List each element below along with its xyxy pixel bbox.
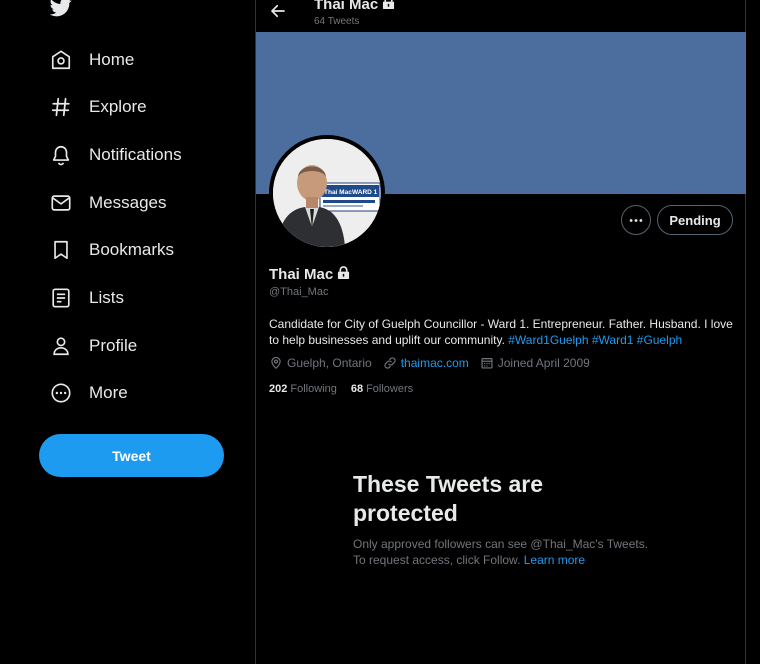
sidebar-item-profile[interactable]: Profile bbox=[40, 324, 147, 368]
join-date: Joined April 2009 bbox=[480, 356, 590, 370]
website-link[interactable]: thaimac.com bbox=[401, 356, 469, 370]
hashtag-link[interactable]: #Ward1Guelph bbox=[508, 333, 588, 347]
followers-count: 68 bbox=[350, 383, 364, 395]
sidebar-item-label: More bbox=[89, 383, 128, 402]
more-circle-icon bbox=[50, 382, 72, 404]
calendar-icon bbox=[481, 358, 493, 369]
sidebar-item-label: Notifications bbox=[89, 145, 182, 164]
back-arrow-icon[interactable] bbox=[269, 2, 287, 20]
hashtag-link[interactable]: #Guelph bbox=[637, 333, 682, 347]
hashtag-icon bbox=[50, 96, 72, 118]
sidebar-item-label: Bookmarks bbox=[89, 240, 175, 259]
profile-column: Thai Mac 64 Tweets Thai Mac WARD 1 Pendi… bbox=[255, 0, 746, 664]
ellipsis-icon bbox=[629, 218, 643, 222]
avatar[interactable]: Thai Mac WARD 1 bbox=[269, 135, 385, 251]
sidebar-item-more[interactable]: More bbox=[40, 371, 138, 415]
sidebar-item-explore[interactable]: Explore bbox=[40, 85, 157, 129]
followers-link[interactable]: 68 Followers bbox=[351, 383, 413, 395]
sidebar-item-messages[interactable]: Messages bbox=[40, 181, 176, 225]
website: thaimac.com bbox=[383, 356, 469, 370]
person-icon bbox=[50, 335, 72, 357]
sidebar-item-bookmarks[interactable]: Bookmarks bbox=[40, 228, 184, 272]
header-name: Thai Mac bbox=[314, 0, 395, 13]
following-link[interactable]: 202 Following bbox=[269, 383, 337, 395]
lock-icon bbox=[337, 266, 350, 283]
protected-message: Only approved followers can see @Thai_Ma… bbox=[353, 536, 653, 568]
tweet-count: 64 Tweets bbox=[314, 16, 360, 27]
bell-icon bbox=[50, 144, 72, 166]
pending-follow-button[interactable]: Pending bbox=[657, 205, 733, 235]
protected-title: These Tweets are protected bbox=[353, 471, 544, 526]
header-name-text: Thai Mac bbox=[314, 0, 379, 13]
sidebar-item-notifications[interactable]: Notifications bbox=[40, 133, 192, 177]
following-label: Following bbox=[290, 383, 337, 395]
sidebar-item-home[interactable]: Home bbox=[40, 38, 144, 82]
hashtag-link[interactable]: #Ward1 bbox=[592, 333, 634, 347]
sidebar-item-lists[interactable]: Lists bbox=[40, 276, 134, 320]
avatar-sign-ward: WARD 1 bbox=[352, 189, 378, 196]
bookmark-icon bbox=[50, 239, 72, 261]
join-date-text: Joined April 2009 bbox=[497, 356, 590, 370]
sidebar-item-label: Home bbox=[89, 50, 135, 69]
protected-message-text: Only approved followers can see @Thai_Ma… bbox=[353, 537, 649, 567]
profile-bio: Candidate for City of Guelph Councillor … bbox=[269, 316, 739, 348]
sidebar-item-label: Messages bbox=[89, 193, 167, 212]
profile-header-bar: Thai Mac 64 Tweets bbox=[256, 0, 746, 32]
follow-stats: 202 Following 68 Followers bbox=[269, 383, 427, 395]
avatar-photo: Thai Mac WARD 1 bbox=[273, 139, 381, 247]
profile-name-text: Thai Mac bbox=[269, 266, 334, 283]
location: Guelph, Ontario bbox=[269, 356, 372, 370]
home-icon bbox=[50, 49, 72, 71]
sidebar-item-label: Profile bbox=[89, 336, 138, 355]
profile-handle: @Thai_Mac bbox=[269, 286, 329, 298]
list-icon bbox=[50, 287, 72, 309]
avatar-sign-text: Thai Mac bbox=[324, 189, 352, 196]
tweet-button[interactable]: Tweet bbox=[39, 434, 224, 477]
more-options-button[interactable] bbox=[621, 205, 651, 235]
location-pin-icon bbox=[271, 356, 281, 370]
location-text: Guelph, Ontario bbox=[287, 356, 372, 370]
twitter-bird-icon[interactable] bbox=[48, 0, 74, 22]
sidebar: Home Explore Notifications Messages Book… bbox=[0, 0, 255, 664]
profile-name: Thai Mac bbox=[269, 266, 350, 283]
sidebar-item-label: Lists bbox=[89, 288, 124, 307]
link-icon bbox=[384, 357, 396, 369]
profile-meta: Guelph, Ontario thaimac.com Joined April… bbox=[269, 356, 601, 370]
following-count: 202 bbox=[269, 383, 288, 395]
learn-more-link[interactable]: Learn more bbox=[524, 553, 585, 567]
followers-label: Followers bbox=[366, 383, 414, 395]
sidebar-item-label: Explore bbox=[89, 97, 147, 116]
lock-icon bbox=[382, 0, 395, 13]
envelope-icon bbox=[50, 192, 72, 214]
